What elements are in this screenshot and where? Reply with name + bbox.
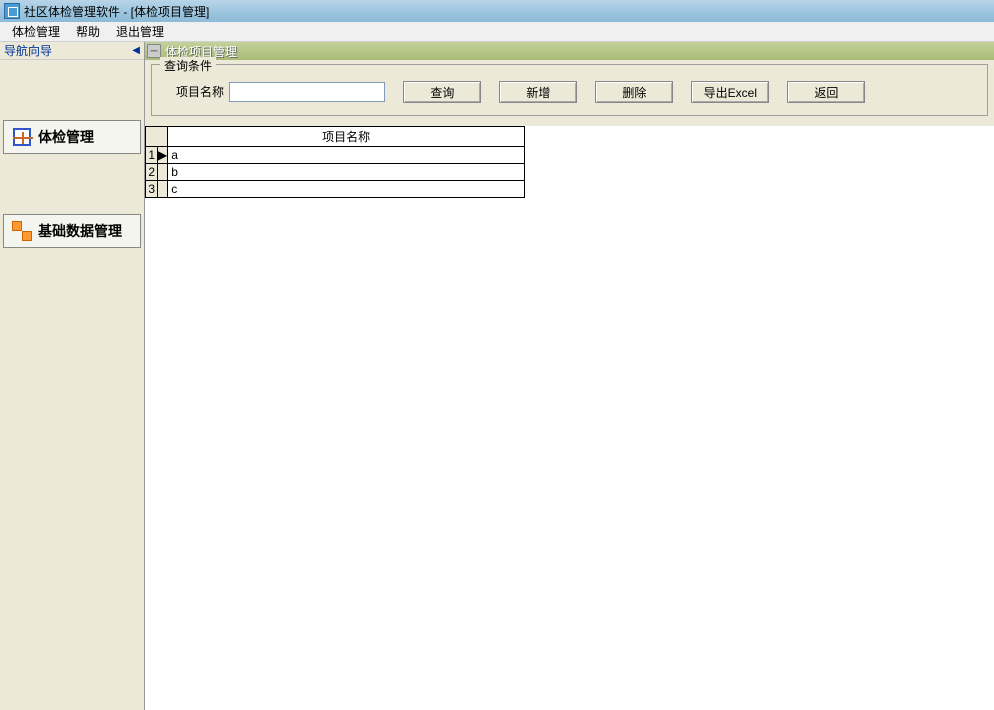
app-title: 社区体检管理软件 - [体检项目管理]: [24, 3, 209, 20]
sidebar-body: 体检管理 基础数据管理: [0, 60, 144, 710]
menu-help[interactable]: 帮助: [68, 21, 108, 42]
row-number: 1: [146, 147, 158, 164]
export-excel-button[interactable]: 导出Excel: [691, 81, 769, 103]
search-legend: 查询条件: [160, 57, 216, 74]
close-icon[interactable]: ─: [147, 44, 161, 58]
sidebar-item-physical[interactable]: 体检管理: [3, 120, 141, 154]
main-panel: ─ 体检项目管理 查询条件 项目名称 查询 新增 删除 导出Excel 返回: [145, 42, 994, 710]
row-number: 2: [146, 164, 158, 181]
search-fieldset: 查询条件 项目名称 查询 新增 删除 导出Excel 返回: [151, 64, 988, 116]
physical-icon: [10, 125, 34, 149]
project-name-input[interactable]: [229, 82, 385, 102]
table-row[interactable]: 2 b: [146, 164, 525, 181]
back-button[interactable]: 返回: [787, 81, 865, 103]
cell-name[interactable]: b: [168, 164, 525, 181]
cell-name[interactable]: c: [168, 181, 525, 198]
query-button[interactable]: 查询: [403, 81, 481, 103]
table-row[interactable]: 3 c: [146, 181, 525, 198]
data-icon: [10, 219, 34, 243]
row-marker-icon: [158, 181, 168, 198]
sidebar-item-label: 基础数据管理: [38, 221, 122, 241]
delete-button[interactable]: 删除: [595, 81, 673, 103]
sidebar-item-basic-data[interactable]: 基础数据管理: [3, 214, 141, 248]
row-marker-icon: [158, 164, 168, 181]
grid-empty-area: [145, 198, 994, 710]
sidebar: 导航向导 ◀ 体检管理 基础数据管理: [0, 42, 145, 710]
add-button[interactable]: 新增: [499, 81, 577, 103]
sidebar-item-label: 体检管理: [38, 127, 94, 147]
app-icon: [4, 3, 20, 19]
row-number: 3: [146, 181, 158, 198]
grid-corner: [146, 127, 168, 147]
panel-tab-bar: ─ 体检项目管理: [145, 42, 994, 60]
data-grid: 项目名称 1 ▶ a 2 b 3: [145, 126, 994, 198]
search-label: 项目名称: [176, 85, 224, 99]
sidebar-header-label: 导航向导: [4, 42, 52, 59]
table-row[interactable]: 1 ▶ a: [146, 147, 525, 164]
menu-exit[interactable]: 退出管理: [108, 21, 172, 42]
collapse-left-icon[interactable]: ◀: [132, 45, 140, 56]
grid-header-name[interactable]: 项目名称: [168, 127, 525, 147]
menu-bar: 体检管理 帮助 退出管理: [0, 22, 994, 42]
cell-name[interactable]: a: [168, 147, 525, 164]
sidebar-header: 导航向导 ◀: [0, 42, 144, 60]
row-marker-icon: ▶: [158, 147, 168, 164]
menu-physical[interactable]: 体检管理: [4, 21, 68, 42]
title-bar: 社区体检管理软件 - [体检项目管理]: [0, 0, 994, 22]
